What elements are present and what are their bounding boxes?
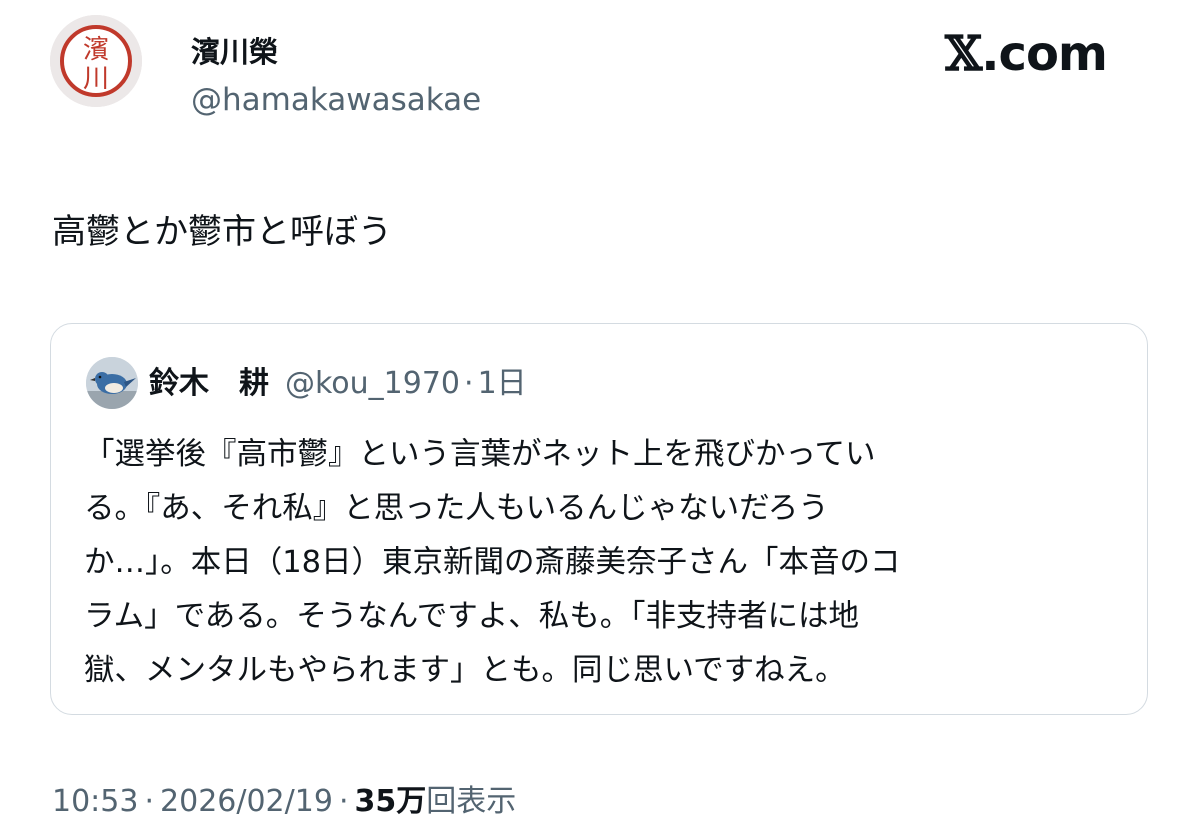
meta-separator: ·	[338, 784, 349, 819]
quoted-tweet-card[interactable]: 鈴木 耕 @kou_1970 · 1日 「選挙後『高市鬱』という言葉がネット上を飛びか…	[50, 323, 1148, 715]
brand-suffix: .com	[981, 26, 1108, 82]
quoted-timestamp[interactable]: 1日	[478, 366, 527, 401]
quoted-author-avatar[interactable]	[86, 357, 138, 409]
tweet: 濱 川 濱川榮 @hamakawasakae 𝕏.com 高鬱とか鬱市と呼ぼう …	[0, 0, 1200, 834]
x-logo-icon: 𝕏	[945, 26, 982, 82]
tweet-text: 高鬱とか鬱市と呼ぼう	[52, 212, 392, 252]
author-display-name[interactable]: 濱川榮	[191, 32, 278, 72]
quoted-tweet-text: 「選挙後『高市鬱』という言葉がネット上を飛びかってい る。『あ、それ私』と思った…	[84, 428, 1104, 698]
views-count: 35万	[354, 784, 427, 819]
x-com-logo: 𝕏.com	[945, 26, 1108, 82]
views-label: 回表示	[426, 784, 517, 819]
author-handle[interactable]: @hamakawasakae	[191, 80, 481, 120]
quoted-text-line: ラム」である。そうなんですよ、私も。「非支持者には地	[84, 599, 860, 634]
hanko-seal-icon: 濱 川	[50, 15, 142, 107]
author-avatar[interactable]: 濱 川	[50, 15, 142, 107]
svg-text:濱: 濱	[83, 35, 109, 65]
quoted-text-line: 「選挙後『高市鬱』という言葉がネット上を飛びかってい	[84, 437, 876, 472]
quoted-text-line: か…」。本日（18日）東京新聞の斎藤美奈子さん「本音のコ	[84, 545, 901, 580]
tweet-meta: 10:53 · 2026/02/19 · 35万回表示	[52, 780, 516, 824]
meta-separator: ·	[144, 784, 155, 819]
quoted-author-display-name[interactable]: 鈴木 耕	[149, 366, 269, 401]
quoted-text-line: 獄、メンタルもやられます」とも。同じ思いですねえ。	[84, 653, 846, 688]
quoted-author-handle[interactable]: @kou_1970	[285, 366, 460, 401]
svg-text:川: 川	[83, 64, 109, 94]
quoted-tweet-header: 鈴木 耕 @kou_1970 · 1日	[149, 362, 527, 406]
quoted-separator: ·	[464, 366, 474, 401]
quoted-text-line: る。『あ、それ私』と思った人もいるんじゃないだろう	[84, 491, 829, 526]
tweet-date[interactable]: 2026/02/19	[160, 784, 333, 819]
bird-photo-icon	[86, 357, 138, 409]
tweet-time[interactable]: 10:53	[52, 784, 138, 819]
